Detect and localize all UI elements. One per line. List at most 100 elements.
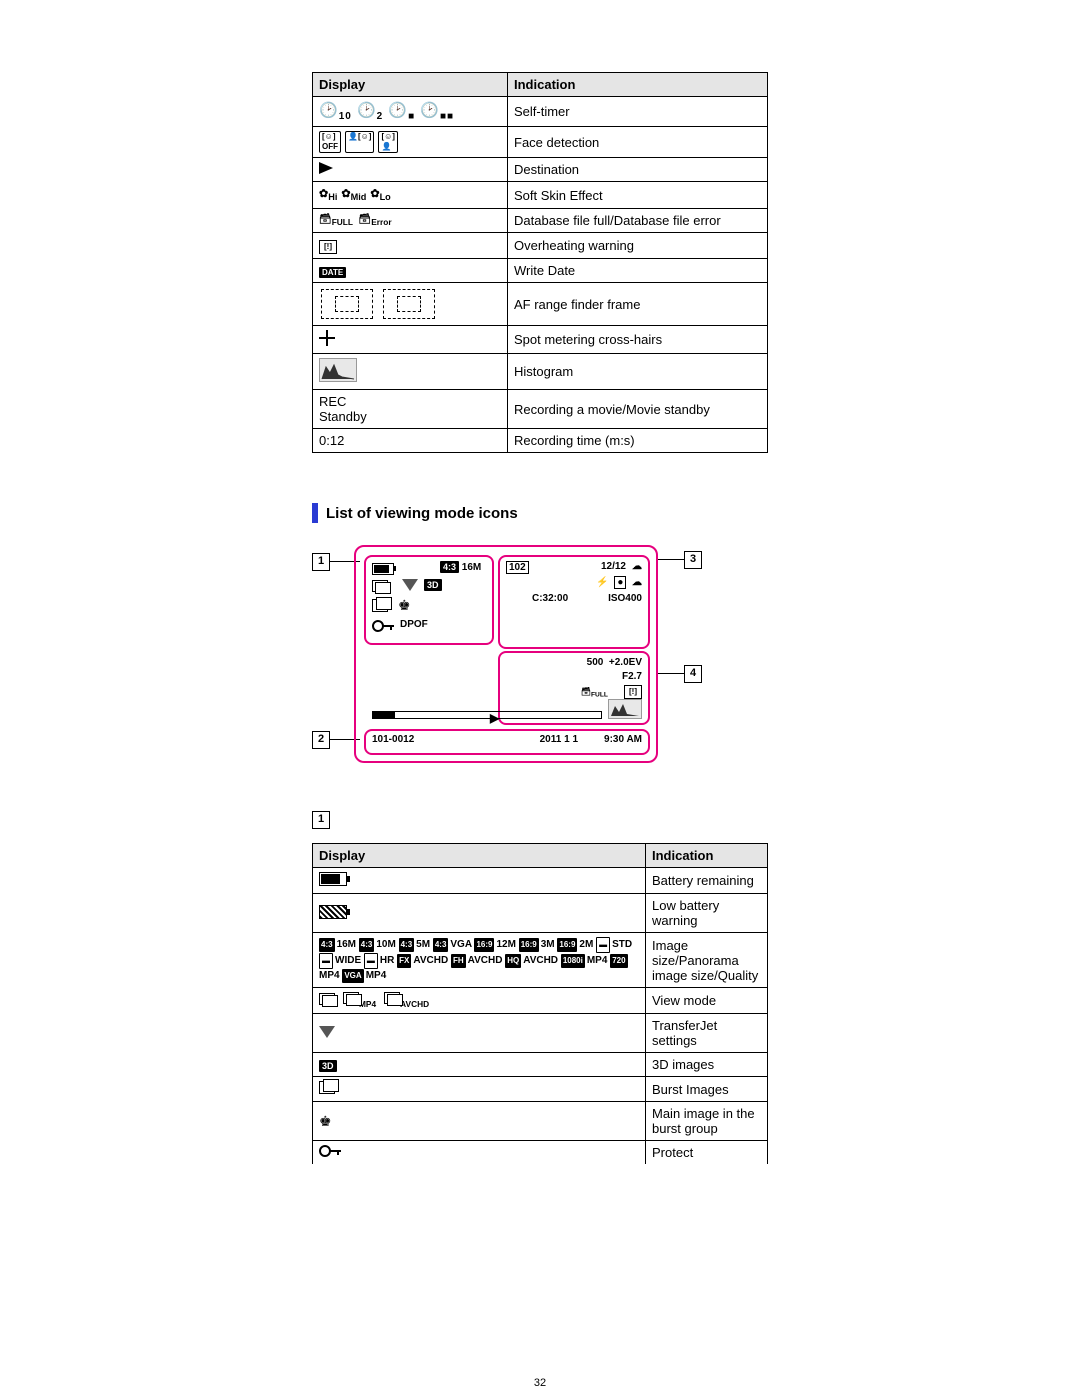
row-spot: Spot metering cross-hairs: [313, 326, 768, 354]
battery-icon: [372, 563, 394, 575]
rectime-display: 0:12: [313, 429, 508, 453]
row-lowbatt: Low battery warning: [313, 894, 768, 933]
folder-text: 102: [506, 561, 529, 574]
db-full-icon: 🗃FULL: [581, 687, 608, 699]
t2-header-indication: Indication: [646, 844, 768, 868]
row-3d: 3D 3D images: [313, 1053, 768, 1077]
burst-label: Burst Images: [646, 1077, 768, 1102]
overheat-icon: [!]: [319, 240, 337, 254]
sizes-label: Image size/Panorama image size/Quality: [646, 933, 768, 988]
write-date-label: Write Date: [508, 259, 768, 283]
callout-2: 2: [312, 731, 330, 749]
file-text: 101-0012: [372, 734, 414, 745]
frame-text: 12/12: [601, 561, 626, 572]
shutter-text: 500: [587, 657, 604, 668]
battery-icon-2: [319, 872, 347, 886]
wb-icon: ☁: [632, 577, 642, 588]
playback-illustration: 1 2 3 4 4:3 16M: [312, 537, 768, 787]
callout-1: 1: [312, 553, 330, 571]
row-batt: Battery remaining: [313, 868, 768, 894]
aperture-text: F2.7: [622, 671, 642, 682]
row-burst: Burst Images: [313, 1077, 768, 1102]
t1-header-indication: Indication: [508, 73, 768, 97]
3d-badge: 3D: [424, 579, 442, 591]
histogram-icon-2: [608, 699, 642, 719]
flash-icon: ⚡: [596, 577, 608, 588]
row-overheat: [!] Overheating warning: [313, 233, 768, 259]
row-sizes: 4:316M 4:310M 4:35M 4:3VGA 16:912M 16:93…: [313, 933, 768, 988]
overheat-icon-2: [!]: [624, 685, 642, 699]
callout-4: 4: [684, 665, 702, 683]
row-rectime: 0:12 Recording time (m:s): [313, 429, 768, 453]
meter-icon: ●: [614, 576, 626, 589]
rectime-label: Recording time (m:s): [508, 429, 768, 453]
crown-icon: ♚: [398, 597, 411, 614]
play-icon: ▶: [490, 711, 499, 725]
self-timer-icon: 🕑10 🕑2 🕑■ 🕑■■: [319, 102, 454, 119]
burst-icon: [372, 599, 388, 617]
protect-icon: [372, 619, 384, 637]
transferjet-icon: [402, 579, 418, 591]
playback-region-1: 4:3 16M 3D ♚ DPOF: [364, 555, 494, 645]
playback-region-4: 500 +2.0EV F2.7 🗃FULL [!] ▶: [498, 651, 650, 725]
row-transferjet: TransferJet settings: [313, 1014, 768, 1053]
page-number: 32: [0, 1377, 1080, 1389]
row-viewmode: MP4 AVCHD View mode: [313, 988, 768, 1014]
row-histogram: Histogram: [313, 354, 768, 390]
viewmode-icon: [372, 579, 388, 597]
rec-label: Recording a movie/Movie standby: [508, 390, 768, 429]
row-protect: Protect: [313, 1141, 768, 1165]
playback-region-2: 101-0012 2011 1 1 9:30 AM: [364, 729, 650, 755]
low-battery-icon: [319, 905, 347, 919]
counter-text: C:32:00: [532, 593, 568, 604]
date-text: 2011 1 1: [540, 734, 578, 745]
airplane-icon: [319, 162, 337, 174]
progress-bar: [372, 711, 602, 719]
protect-icon-2: [319, 1145, 331, 1157]
transferjet-label: TransferJet settings: [646, 1014, 768, 1053]
rec-display: REC Standby: [313, 390, 508, 429]
ratio-badge: 4:3: [440, 561, 459, 573]
section-title: List of viewing mode icons: [326, 505, 518, 522]
row-db: 🗃FULL 🗃Error Database file full/Database…: [313, 209, 768, 233]
playback-region-3: 102 12/12 ☁ ⚡ ● ☁ C:32:00 ISO400: [498, 555, 650, 649]
3d-icon: 3D: [319, 1060, 337, 1072]
t1-header-display: Display: [313, 73, 508, 97]
image-size-icons: 4:316M 4:310M 4:35M 4:3VGA 16:912M 16:93…: [319, 937, 639, 983]
row-write-date: DATE Write Date: [313, 259, 768, 283]
write-date-icon: DATE: [319, 267, 346, 278]
spot-label: Spot metering cross-hairs: [508, 326, 768, 354]
database-icon: 🗃FULL 🗃Error: [313, 209, 508, 233]
soft-skin-icon: ✿Hi ✿Mid ✿Lo: [319, 186, 501, 204]
batt-label: Battery remaining: [646, 868, 768, 894]
transferjet-icon-2: [319, 1026, 335, 1038]
callout-3: 3: [684, 551, 702, 569]
dpof-text: DPOF: [400, 619, 428, 630]
row-face-detection: [☺]OFF👤[☺][☺]👤 Face detection: [313, 127, 768, 158]
section-header: List of viewing mode icons: [312, 503, 768, 523]
overheat-label: Overheating warning: [508, 233, 768, 259]
row-soft-skin: ✿Hi ✿Mid ✿Lo Soft Skin Effect: [313, 182, 768, 209]
row-self-timer: 🕑10 🕑2 🕑■ 🕑■■ Self-timer: [313, 97, 768, 127]
viewmode-label: View mode: [646, 988, 768, 1014]
db-label: Database file full/Database file error: [508, 209, 768, 233]
af-frame-icon: [319, 287, 501, 321]
icons-table-2: Display Indication Battery remaining Low…: [312, 843, 768, 1164]
soft-skin-label: Soft Skin Effect: [508, 182, 768, 209]
histogram-icon: [319, 358, 357, 382]
face-detection-icon: [☺]OFF👤[☺][☺]👤: [319, 131, 501, 153]
row-rec: REC Standby Recording a movie/Movie stan…: [313, 390, 768, 429]
icons-table-1: Display Indication 🕑10 🕑2 🕑■ 🕑■■ Self-ti…: [312, 72, 768, 453]
self-timer-label: Self-timer: [508, 97, 768, 127]
row-af-frame: AF range finder frame: [313, 283, 768, 326]
row-crown: ♚ Main image in the burst group: [313, 1102, 768, 1141]
destination-label: Destination: [508, 158, 768, 182]
burst-icon-2: [319, 1081, 335, 1094]
section-accent-bar: [312, 503, 318, 523]
3d-label: 3D images: [646, 1053, 768, 1077]
cloud-icon: ☁: [632, 561, 642, 572]
face-detection-label: Face detection: [508, 127, 768, 158]
section-1-marker: 1: [312, 811, 330, 829]
t2-header-display: Display: [313, 844, 646, 868]
time-text: 9:30 AM: [604, 734, 642, 745]
